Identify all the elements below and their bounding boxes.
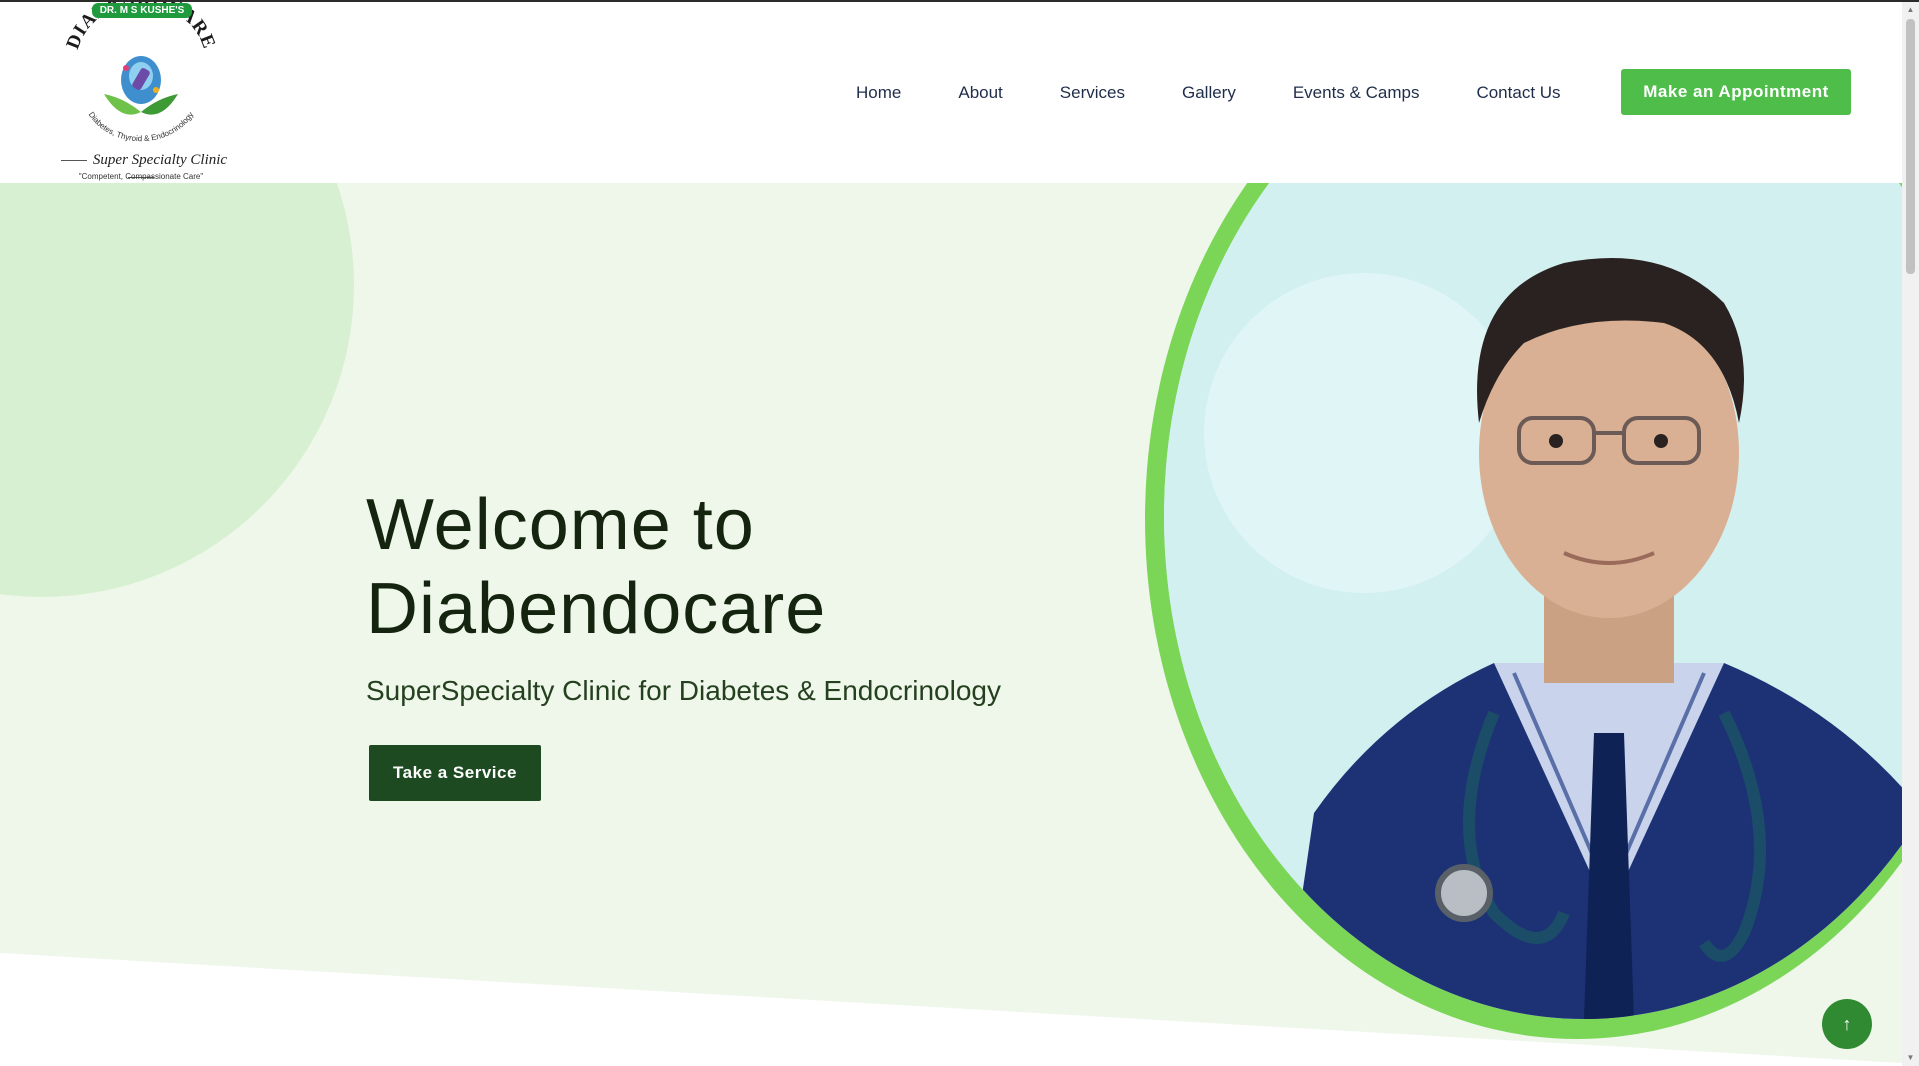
logo-badge: DR. M S KUSHE'S <box>92 3 192 18</box>
logo-motto: "Competent, Compassionate Care" <box>78 172 204 181</box>
svg-text:Diabetes, Thyroid & Endocrinol: Diabetes, Thyroid & Endocrinology <box>87 110 196 143</box>
doctor-portrait <box>1164 183 1902 1019</box>
nav-gallery[interactable]: Gallery <box>1182 80 1236 106</box>
nav-services[interactable]: Services <box>1060 80 1125 106</box>
scrollbar-thumb[interactable] <box>1906 19 1915 274</box>
doctor-illustration <box>1164 183 1902 1019</box>
scroll-down-arrow[interactable]: ▼ <box>1906 1052 1915 1064</box>
hero-bottom-wave <box>0 953 1902 1066</box>
nav-home[interactable]: Home <box>856 80 901 106</box>
site-logo[interactable]: DIABENDOCARE Diabetes, Thyroid & Endocri… <box>46 2 236 182</box>
hero-section: Welcome to Diabendocare SuperSpecialty C… <box>0 183 1902 1066</box>
nav-contact-us[interactable]: Contact Us <box>1476 80 1560 106</box>
logo-emblem: DIABENDOCARE Diabetes, Thyroid & Endocri… <box>62 2 218 143</box>
make-appointment-button[interactable]: Make an Appointment <box>1621 69 1851 115</box>
site-header: DIABENDOCARE Diabetes, Thyroid & Endocri… <box>0 2 1902 183</box>
nav-events-camps[interactable]: Events & Camps <box>1293 80 1420 106</box>
scroll-up-arrow[interactable]: ▲ <box>1906 4 1915 16</box>
back-to-top-button[interactable]: ↑ <box>1822 999 1872 1049</box>
hero-title: Welcome to Diabendocare <box>366 485 827 649</box>
hero-subtitle: SuperSpecialty Clinic for Diabetes & End… <box>366 675 1001 706</box>
nav-about[interactable]: About <box>958 80 1002 106</box>
page-scrollbar[interactable]: ▲ ▼ <box>1902 2 1919 1066</box>
main-nav: Home About Services Gallery Events & Cam… <box>856 80 1561 106</box>
take-a-service-button[interactable]: Take a Service <box>369 745 541 801</box>
hero-decorative-circle <box>0 183 354 597</box>
arrow-up-icon: ↑ <box>1842 1014 1852 1034</box>
